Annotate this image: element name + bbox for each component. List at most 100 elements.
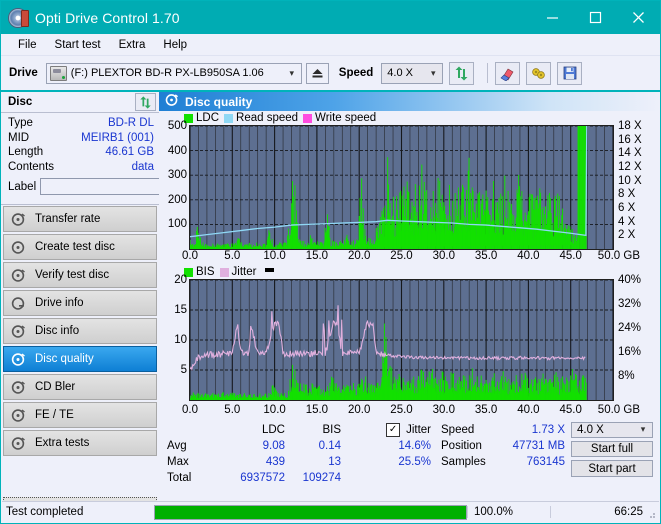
- nav-list: Transfer rate Create test disc Verify te…: [1, 205, 159, 456]
- progress-bar: [154, 505, 467, 520]
- disc-test-icon: [11, 212, 26, 227]
- progress-percent: 100.0%: [467, 506, 550, 518]
- stats-header-ldc: LDC: [223, 422, 285, 438]
- x-tick-label: 5.0: [224, 404, 240, 416]
- disc-check-icon: [11, 268, 26, 283]
- y2-tick-label: 2 X: [618, 229, 635, 241]
- title-bar: Opti Drive Control 1.70: [1, 1, 660, 34]
- legend-swatch-jitter: [220, 268, 229, 277]
- sidebar-item-disc-quality[interactable]: Disc quality: [3, 346, 157, 372]
- x-tick-label: 35.0: [475, 250, 497, 262]
- top-chart-y-axis: 100200300400500: [159, 125, 189, 250]
- x-tick-label: 15.0: [306, 250, 328, 262]
- start-part-button[interactable]: Start part: [571, 460, 653, 477]
- sidebar-item-label: Drive info: [35, 297, 84, 309]
- top-chart-y2-axis: 2 X4 X6 X8 X10 X12 X14 X16 X18 X: [614, 125, 650, 250]
- window-title: Opti Drive Control 1.70: [35, 10, 180, 26]
- sidebar-item-transfer-rate[interactable]: Transfer rate: [3, 206, 157, 232]
- x-tick-label: 0.0: [182, 404, 198, 416]
- sidebar-item-fe-te[interactable]: FE / TE: [3, 402, 157, 428]
- menu-bar: File Start test Extra Help: [1, 34, 660, 56]
- speed-label: Speed: [339, 67, 374, 79]
- tools-button[interactable]: [526, 62, 551, 85]
- x-tick-label: 5.0: [224, 250, 240, 262]
- speed-select[interactable]: 4.0 X ▾: [381, 63, 443, 84]
- bottom-chart-y-axis: 5101520: [159, 279, 189, 404]
- jitter-checkbox[interactable]: ✓: [386, 423, 400, 437]
- x-tick-label: 10.0: [263, 250, 285, 262]
- sidebar-item-label: CD Bler: [35, 381, 75, 393]
- bottom-chart-y2-axis: 8%16%24%32%40%: [614, 279, 650, 404]
- position-stat-label: Position: [441, 438, 499, 454]
- drive-select[interactable]: (F:) PLEXTOR BD-R PX-LB950SA 1.06 ▾: [46, 63, 302, 84]
- test-speed-select[interactable]: 4.0 X ▾: [571, 422, 653, 438]
- sidebar-item-label: Create test disc: [35, 241, 115, 253]
- stats-row-label-max: Max: [167, 454, 223, 470]
- jitter-label: Jitter: [406, 422, 431, 438]
- x-tick-label: 0.0: [182, 250, 198, 262]
- sidebar-item-extra-tests[interactable]: Extra tests: [3, 430, 157, 456]
- disc-refresh-button[interactable]: [135, 93, 156, 111]
- y-tick-label: 10: [174, 334, 187, 346]
- x-tick-label: 45.0: [559, 250, 581, 262]
- refresh-button[interactable]: [449, 62, 474, 85]
- bottom-chart-x-axis: 0.05.010.015.020.025.030.035.040.045.050…: [189, 404, 616, 419]
- sidebar-item-label: FE / TE: [35, 409, 74, 421]
- menu-help[interactable]: Help: [154, 37, 196, 53]
- disc-length-value: 46.61 GB: [105, 145, 154, 160]
- eject-button[interactable]: [306, 63, 329, 84]
- legend-label-bis: BIS: [196, 266, 215, 278]
- disc-row-type: Type BD-R DL: [8, 116, 154, 131]
- disc-panel-title: Disc: [8, 96, 32, 108]
- bottom-chart-legend: BIS Jitter: [159, 265, 660, 279]
- y2-tick-label: 16%: [618, 346, 641, 358]
- menu-file[interactable]: File: [9, 37, 46, 53]
- toolbar-separator: [487, 63, 488, 83]
- minimize-button[interactable]: [531, 1, 574, 34]
- start-full-button[interactable]: Start full: [571, 441, 653, 458]
- x-tick-label: 50.0 GB: [598, 250, 640, 262]
- maximize-button[interactable]: [574, 1, 617, 34]
- sidebar-item-create-test-disc[interactable]: Create test disc: [3, 234, 157, 260]
- speed-select-value: 4.0 X: [382, 67, 424, 79]
- y-tick-label: 500: [168, 120, 187, 132]
- status-bar: Test completed 100.0% 66:25: [2, 501, 659, 522]
- position-stat-value: 47731 MB: [499, 438, 565, 454]
- erase-button[interactable]: [495, 62, 520, 85]
- top-chart: LDC Read speed Write speed 1002003004005…: [159, 111, 660, 265]
- legend-label-write-speed: Write speed: [315, 112, 376, 124]
- save-button[interactable]: [557, 62, 582, 85]
- content-pane: Disc quality LDC Read speed Write speed …: [159, 92, 660, 518]
- y-tick-label: 400: [168, 145, 187, 157]
- window-controls: [531, 1, 660, 34]
- content-header: Disc quality: [159, 92, 660, 111]
- resize-grip-icon[interactable]: [646, 509, 656, 519]
- legend-label-jitter: Jitter: [232, 266, 257, 278]
- bottom-chart: BIS Jitter 5101520 8%16%24%32%40% 0.05.0…: [159, 265, 660, 419]
- stats-jitter-max: 25.5%: [341, 454, 431, 470]
- stats-row-label-total: Total: [167, 470, 223, 486]
- menu-extra[interactable]: Extra: [110, 37, 155, 53]
- app-disc-icon: [8, 8, 28, 28]
- sidebar-item-label: Disc quality: [35, 353, 94, 365]
- sidebar-item-verify-test-disc[interactable]: Verify test disc: [3, 262, 157, 288]
- disc-info-icon: [11, 324, 26, 339]
- stats-ldc-total: 6937572: [223, 470, 285, 486]
- y2-tick-label: 14 X: [618, 147, 642, 159]
- close-button[interactable]: [617, 1, 660, 34]
- disc-extra-icon: [11, 436, 26, 451]
- sidebar-item-label: Verify test disc: [35, 269, 109, 281]
- sidebar-item-label: Disc info: [35, 325, 79, 337]
- menu-start-test[interactable]: Start test: [46, 37, 110, 53]
- sidebar-item-disc-info[interactable]: Disc info: [3, 318, 157, 344]
- x-tick-label: 20.0: [348, 250, 370, 262]
- sidebar-item-drive-info[interactable]: Drive info: [3, 290, 157, 316]
- sidebar-item-cd-bler[interactable]: CD Bler: [3, 374, 157, 400]
- samples-stat-value: 763145: [499, 454, 565, 470]
- disc-type-value: BD-R DL: [108, 116, 154, 131]
- x-tick-label: 40.0: [517, 250, 539, 262]
- top-chart-x-axis: 0.05.010.015.020.025.030.035.040.045.050…: [189, 250, 616, 265]
- disc-quality-icon: [11, 352, 26, 367]
- drive-info-icon: [11, 296, 26, 311]
- x-tick-label: 50.0 GB: [598, 404, 640, 416]
